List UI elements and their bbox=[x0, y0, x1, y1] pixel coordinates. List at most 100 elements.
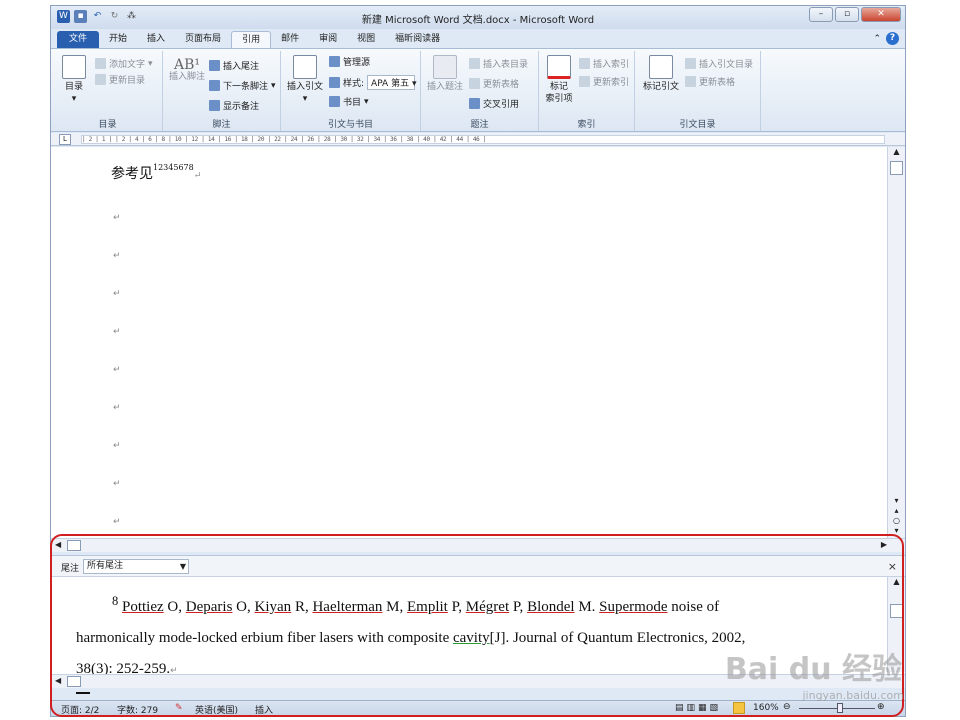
tab-foxit-reader[interactable]: 福昕阅读器 bbox=[385, 31, 450, 48]
zoom-out-icon[interactable]: ⊖ bbox=[783, 702, 791, 712]
endnote-text-part: cavity bbox=[452, 630, 490, 646]
show-notes-button[interactable]: 显示备注 bbox=[209, 99, 259, 112]
notes-scroll-thumb[interactable] bbox=[890, 604, 903, 618]
help-icon[interactable]: ? bbox=[886, 32, 899, 45]
insert-table-figures-icon bbox=[469, 58, 480, 69]
tab-references[interactable]: 引用 bbox=[231, 31, 272, 48]
insert-caption-label: 插入题注 bbox=[426, 82, 463, 92]
horizontal-scrollbar[interactable]: ◀ ▶ bbox=[51, 538, 905, 552]
update-toc-label: 更新目录 bbox=[109, 76, 146, 86]
endnotes-filter-dropdown[interactable]: 所有尾注 ▼ bbox=[83, 559, 189, 574]
next-footnote-button[interactable]: 下一条脚注 ▾ bbox=[209, 79, 276, 92]
group-toa-label: 引文目录 bbox=[679, 120, 716, 130]
paragraph-mark: ↵ bbox=[113, 403, 121, 413]
minimize-button[interactable]: – bbox=[809, 7, 833, 22]
insert-citation-icon bbox=[293, 55, 317, 79]
show-notes-icon bbox=[209, 100, 220, 111]
update-index-button[interactable]: 更新索引 bbox=[579, 75, 629, 88]
h-scroll-thumb[interactable] bbox=[67, 540, 81, 551]
close-pane-icon[interactable]: × bbox=[888, 560, 897, 573]
notes-scroll-left-icon[interactable]: ◀ bbox=[55, 676, 61, 685]
restore-button[interactable]: ▫ bbox=[835, 7, 859, 22]
endnote-text-part: Mégret bbox=[465, 599, 510, 615]
mark-entry-button[interactable]: 标记 索引项 bbox=[541, 55, 577, 105]
tab-home[interactable]: 开始 bbox=[99, 31, 137, 48]
insert-footnote-button[interactable]: AB¹ 插入脚注 bbox=[167, 58, 207, 83]
scroll-right-icon[interactable]: ▶ bbox=[881, 540, 887, 549]
word-count[interactable]: 字数: 279 bbox=[117, 703, 158, 716]
tab-review[interactable]: 审阅 bbox=[309, 31, 347, 48]
tab-view[interactable]: 视图 bbox=[347, 31, 385, 48]
next-footnote-icon bbox=[209, 80, 220, 91]
manage-sources-label: 管理源 bbox=[343, 58, 371, 68]
notes-h-thumb[interactable] bbox=[67, 676, 81, 687]
group-citations-label: 引文与书目 bbox=[327, 120, 373, 130]
insert-caption-button[interactable]: 插入题注 bbox=[425, 55, 465, 93]
ribbon: 目录 ▾ 添加文字 ▾ 更新目录 目录 AB¹ 插入脚注 插入尾注 下一条脚注 ▾… bbox=[51, 48, 905, 132]
add-text-icon bbox=[95, 58, 106, 69]
document-heading: 参考见12345678↵ bbox=[111, 163, 201, 183]
endnote-text-part: P, bbox=[447, 599, 466, 615]
mark-citation-button[interactable]: 标记引文 bbox=[639, 55, 683, 93]
paragraph-mark: ↵ bbox=[113, 479, 121, 489]
update-toc-button[interactable]: 更新目录 bbox=[95, 73, 145, 86]
endnote-text-part: M, bbox=[382, 599, 408, 615]
zoom-in-icon[interactable]: ⊕ bbox=[877, 702, 885, 712]
insert-endnote-button[interactable]: 插入尾注 bbox=[209, 59, 259, 72]
add-text-button[interactable]: 添加文字 ▾ bbox=[95, 57, 153, 70]
insert-footnote-label: 插入脚注 bbox=[168, 72, 205, 82]
view-buttons-icon[interactable]: ▤▥▦▧ bbox=[675, 703, 721, 713]
scroll-left-icon[interactable]: ◀ bbox=[55, 540, 61, 549]
insert-index-button[interactable]: 插入索引 bbox=[579, 57, 629, 70]
insert-citation-button[interactable]: 插入引文 ▾ bbox=[285, 55, 325, 105]
insert-index-label: 插入索引 bbox=[593, 60, 630, 70]
proofing-icon[interactable]: ✎ bbox=[175, 703, 183, 713]
draft-view-icon[interactable] bbox=[733, 702, 745, 714]
notes-scroll-up-icon[interactable]: ▲ bbox=[888, 577, 905, 586]
close-button[interactable]: ✕ bbox=[861, 7, 901, 22]
title-bar: W ▪ ↶ ↻ ⁂ 新建 Microsoft Word 文档.docx - Mi… bbox=[51, 6, 905, 29]
endnote-text[interactable]: 8 Pottiez O, Deparis O, Kiyan R, Haelter… bbox=[76, 586, 776, 717]
scroll-thumb[interactable] bbox=[890, 161, 903, 175]
style-icon bbox=[329, 77, 340, 88]
endnote-text-part: Deparis bbox=[185, 599, 233, 615]
update-toa-button[interactable]: 更新表格 bbox=[685, 75, 735, 88]
cross-reference-button[interactable]: 交叉引用 bbox=[469, 97, 519, 110]
scroll-up-icon[interactable]: ▲ bbox=[888, 147, 905, 159]
insert-mode[interactable]: 插入 bbox=[255, 703, 273, 716]
tab-mailings[interactable]: 邮件 bbox=[271, 31, 309, 48]
tab-page-layout[interactable]: 页面布局 bbox=[175, 31, 231, 48]
document-page[interactable]: 参考见12345678↵ ↵ ↵ ↵ ↵ ↵ ↵ ↵ ↵ ↵ bbox=[51, 147, 887, 538]
toc-button[interactable]: 目录 ▾ bbox=[59, 55, 89, 105]
tab-selector[interactable]: L bbox=[59, 134, 71, 145]
next-footnote-label: 下一条脚注 bbox=[223, 82, 269, 92]
paragraph-mark: ↵ bbox=[113, 213, 121, 223]
insert-toa-button[interactable]: 插入引文目录 bbox=[685, 57, 753, 70]
language-indicator[interactable]: 英语(美国) bbox=[195, 703, 238, 716]
manage-sources-button[interactable]: 管理源 bbox=[329, 55, 370, 68]
browse-nav-icon[interactable]: ▾ ▴ ○ ▾ bbox=[888, 496, 905, 536]
group-footnotes-label: 脚注 bbox=[212, 120, 231, 130]
style-label: 样式: bbox=[343, 79, 365, 89]
show-notes-label: 显示备注 bbox=[223, 102, 260, 112]
bibliography-button[interactable]: 书目 ▾ bbox=[329, 95, 369, 108]
zoom-slider-thumb[interactable] bbox=[837, 703, 843, 713]
endnotes-toolbar: 尾注 所有尾注 ▼ × bbox=[51, 556, 905, 577]
vertical-scrollbar[interactable]: ▲ ▾ ▴ ○ ▾ bbox=[887, 147, 905, 538]
insert-table-figures-button[interactable]: 插入表目录 bbox=[469, 57, 528, 70]
minimize-ribbon-icon[interactable]: ⌃ bbox=[873, 34, 881, 44]
group-citations: 插入引文 ▾ 管理源 样式: APA 第五 ▾ 书目 ▾ 引文与书目 bbox=[281, 51, 421, 131]
watermark-logo: Bai du 经验 bbox=[724, 652, 902, 687]
window-title: 新建 Microsoft Word 文档.docx - Microsoft Wo… bbox=[361, 15, 595, 26]
zoom-level[interactable]: 160% bbox=[753, 703, 779, 713]
group-toa: 标记引文 插入引文目录 更新表格 引文目录 bbox=[635, 51, 761, 131]
paragraph-mark: ↵ bbox=[113, 327, 121, 337]
tab-file[interactable]: 文件 bbox=[57, 31, 100, 48]
ruler-scale[interactable]: | 2 | 1 | | 2 | 4 | 6 | 8 | 10 | 12 | 14… bbox=[81, 135, 885, 144]
style-dropdown[interactable]: APA 第五 ▾ bbox=[367, 75, 416, 90]
group-index: 标记 索引项 插入索引 更新索引 索引 bbox=[539, 51, 635, 131]
tab-insert[interactable]: 插入 bbox=[137, 31, 175, 48]
page-indicator[interactable]: 页面: 2/2 bbox=[61, 703, 99, 716]
endnote-text-part: M. bbox=[574, 599, 600, 615]
update-table-figures-button[interactable]: 更新表格 bbox=[469, 77, 519, 90]
